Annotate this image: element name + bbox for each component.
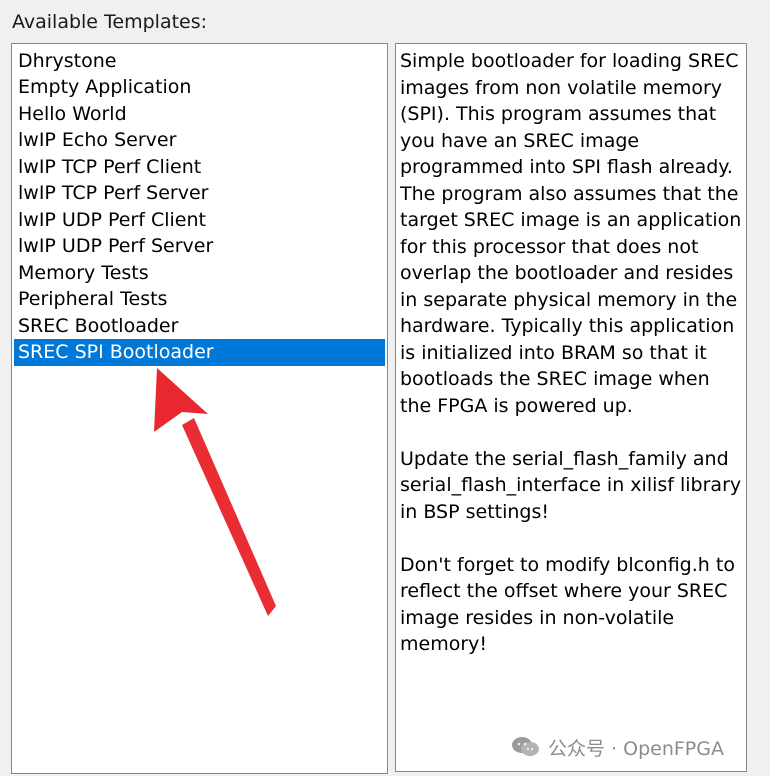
- template-description-text: Simple bootloader for loading SREC image…: [400, 50, 742, 655]
- template-item-lwip-tcp-perf-client[interactable]: lwIP TCP Perf Client: [14, 154, 385, 181]
- template-item-hello-world[interactable]: Hello World: [14, 101, 385, 128]
- template-item-memory-tests[interactable]: Memory Tests: [14, 260, 385, 287]
- template-description-panel[interactable]: Simple bootloader for loading SREC image…: [395, 43, 747, 772]
- template-item-lwip-tcp-perf-server[interactable]: lwIP TCP Perf Server: [14, 180, 385, 207]
- template-item-lwip-udp-perf-client[interactable]: lwIP UDP Perf Client: [14, 207, 385, 234]
- template-item-srec-spi-bootloader[interactable]: SREC SPI Bootloader: [14, 339, 385, 366]
- template-item-peripheral-tests[interactable]: Peripheral Tests: [14, 286, 385, 313]
- wechat-icon: [511, 735, 540, 759]
- watermark: 公众号 · OpenFPGA: [511, 733, 724, 761]
- template-item-srec-bootloader[interactable]: SREC Bootloader: [14, 313, 385, 340]
- template-item-empty-application[interactable]: Empty Application: [14, 74, 385, 101]
- template-item-lwip-echo-server[interactable]: lwIP Echo Server: [14, 127, 385, 154]
- template-item-dhrystone[interactable]: Dhrystone: [14, 48, 385, 75]
- watermark-text: 公众号 · OpenFPGA: [548, 737, 724, 760]
- section-label: Available Templates:: [12, 11, 208, 33]
- template-list[interactable]: Dhrystone Empty Application Hello World …: [11, 43, 388, 774]
- template-item-lwip-udp-perf-server[interactable]: lwIP UDP Perf Server: [14, 233, 385, 260]
